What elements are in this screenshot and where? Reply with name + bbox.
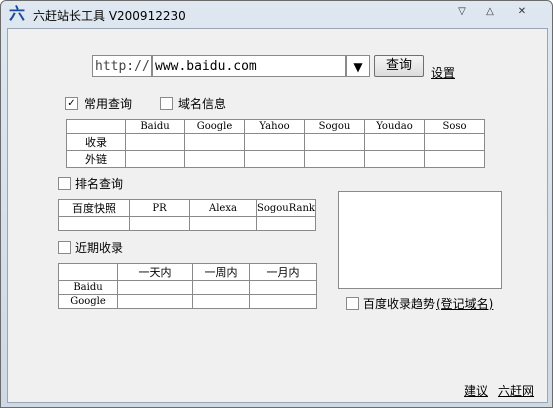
maximize-icon[interactable]: △ xyxy=(479,4,501,20)
table-cell xyxy=(189,216,257,231)
column-header: 一天内 xyxy=(117,263,193,281)
table-row: 百度快照 PR Alexa SogouRank xyxy=(58,199,316,217)
protocol-prefix-field[interactable]: http:// xyxy=(92,55,152,77)
column-header: Sogou xyxy=(304,119,365,134)
window-title: 六赶站长工具 V200912230 xyxy=(33,9,186,23)
main-panel: http:// www.baidu.com ▼ 查询 设置 ✓ 常用查询 域名信… xyxy=(7,28,548,403)
row-header: 收录 xyxy=(66,133,126,151)
column-header: Yahoo xyxy=(244,119,305,134)
column-header: Baidu xyxy=(125,119,185,134)
column-header: 百度快照 xyxy=(58,199,130,217)
table-cell xyxy=(58,216,130,231)
table-cell xyxy=(125,133,185,151)
table-cell xyxy=(192,280,250,295)
recent-index-label: 近期收录 xyxy=(75,241,124,255)
app-logo-icon: 六 xyxy=(8,4,25,23)
table-row: 收录 xyxy=(66,133,485,151)
column-header: SogouRank xyxy=(256,199,316,217)
rank-table: 百度快照 PR Alexa SogouRank xyxy=(58,199,316,231)
settings-link[interactable]: 设置 xyxy=(431,64,455,81)
column-header: 一周内 xyxy=(192,263,250,281)
common-query-label: 常用查询 xyxy=(84,97,133,111)
rank-query-checkbox[interactable] xyxy=(58,177,71,190)
table-cell xyxy=(249,294,317,309)
trend-label: 百度收录趋势 xyxy=(363,297,436,311)
table-cell xyxy=(125,150,185,168)
table-cell xyxy=(304,133,365,151)
rank-query-label: 排名查询 xyxy=(75,177,124,191)
table-row: Google xyxy=(58,294,317,309)
query-button[interactable]: 查询 xyxy=(374,55,424,77)
column-header: Soso xyxy=(424,119,485,134)
table-cell xyxy=(256,216,316,231)
app-window: 六 六赶站长工具 V200912230 ▽ △ ✕ http:// www.ba… xyxy=(0,0,553,408)
table-cell xyxy=(184,133,245,151)
recent-index-checkbox[interactable] xyxy=(58,241,71,254)
table-row: Baidu xyxy=(58,280,317,295)
table-corner-cell xyxy=(58,263,118,281)
recent-index-table: 一天内 一周内 一月内 Baidu Google xyxy=(58,263,317,309)
suggest-link[interactable]: 建议 xyxy=(464,382,488,399)
table-row xyxy=(58,216,316,231)
column-header: PR xyxy=(129,199,190,217)
table-row: Baidu Google Yahoo Sogou Youdao Soso xyxy=(66,119,485,134)
common-query-table: Baidu Google Yahoo Sogou Youdao Soso 收录 … xyxy=(66,119,485,168)
table-corner-cell xyxy=(66,119,126,134)
domain-info-label: 域名信息 xyxy=(178,97,227,111)
table-cell xyxy=(244,150,305,168)
table-cell xyxy=(424,133,485,151)
table-row: 一天内 一周内 一月内 xyxy=(58,263,317,281)
minimize-icon[interactable]: ▽ xyxy=(451,4,473,20)
column-header: Google xyxy=(184,119,245,134)
table-cell xyxy=(129,216,190,231)
table-cell xyxy=(424,150,485,168)
table-cell xyxy=(364,150,425,168)
table-row: 外链 xyxy=(66,150,485,168)
title-bar: 六 六赶站长工具 V200912230 ▽ △ ✕ xyxy=(1,1,552,27)
table-cell xyxy=(244,133,305,151)
trend-checkbox[interactable] xyxy=(346,297,359,310)
table-cell xyxy=(117,294,193,309)
row-header: Baidu xyxy=(58,280,118,295)
common-query-checkbox[interactable]: ✓ xyxy=(65,97,78,110)
close-icon[interactable]: ✕ xyxy=(511,4,533,20)
column-header: Alexa xyxy=(189,199,257,217)
register-domain-link[interactable]: (登记域名) xyxy=(436,295,493,312)
site-link[interactable]: 六赶网 xyxy=(498,382,534,399)
column-header: 一月内 xyxy=(249,263,317,281)
column-header: Youdao xyxy=(364,119,425,134)
table-cell xyxy=(117,280,193,295)
table-cell xyxy=(184,150,245,168)
domain-info-checkbox[interactable] xyxy=(160,97,173,110)
url-input[interactable]: www.baidu.com xyxy=(152,55,346,77)
trend-chart-area xyxy=(338,191,502,289)
table-cell xyxy=(304,150,365,168)
row-header: 外链 xyxy=(66,150,126,168)
table-cell xyxy=(249,280,317,295)
table-cell xyxy=(192,294,250,309)
url-dropdown-icon[interactable]: ▼ xyxy=(346,55,370,77)
table-cell xyxy=(364,133,425,151)
row-header: Google xyxy=(58,294,118,309)
